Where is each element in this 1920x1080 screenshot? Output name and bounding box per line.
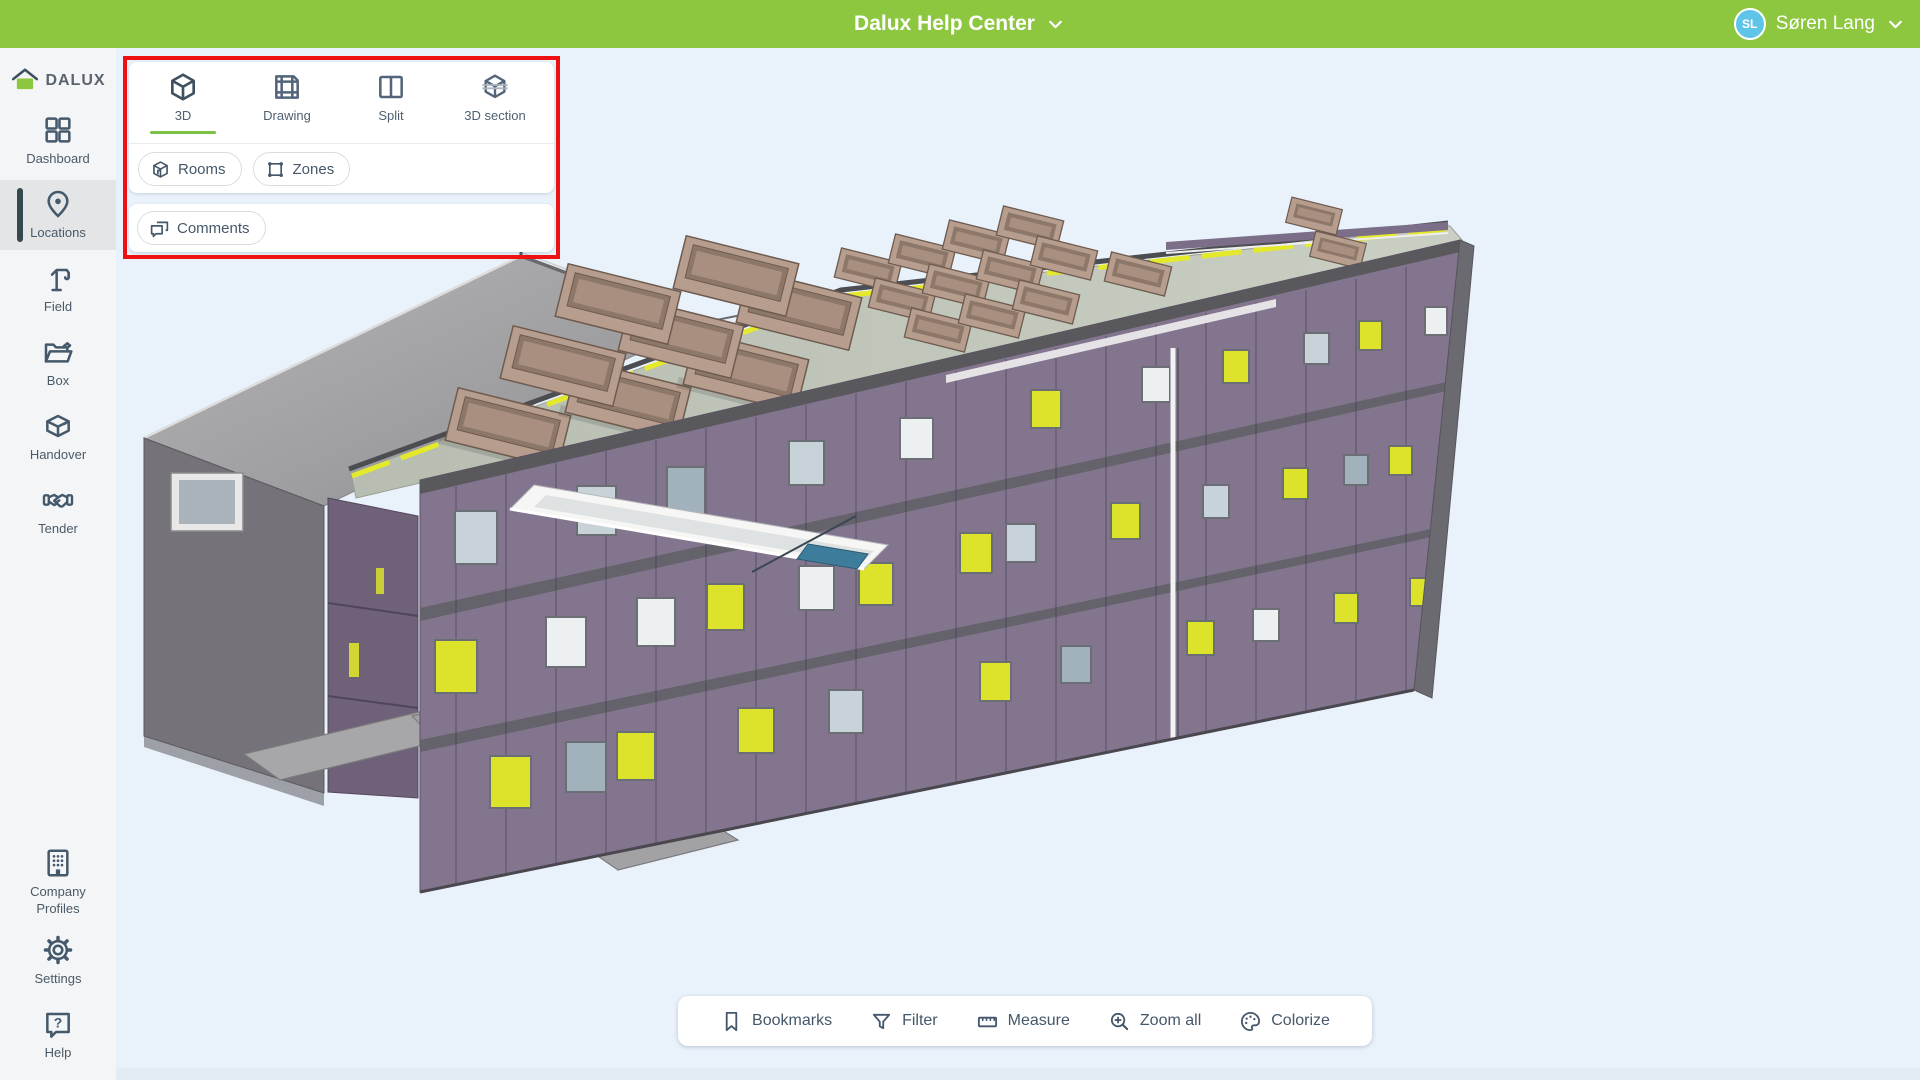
sidebar-item-help[interactable]: ? Help [0,1000,116,1070]
view-mode-card: 3D Drawing Split [129,62,554,193]
chip-label: Rooms [178,161,226,178]
building-icon [42,847,74,879]
active-tab-underline [150,131,216,134]
sidebar-item-label: Locations [12,225,104,241]
tool-label: Measure [1008,1012,1070,1030]
viewer-canvas: 3D Drawing Split [116,48,1920,1080]
zoom-all-button[interactable]: Zoom all [1108,1010,1201,1033]
sidebar-spacer [0,550,116,842]
zones-chip[interactable]: Zones [253,152,351,186]
cube-section-icon [479,71,511,103]
tab-label: Split [378,108,403,123]
chip-label: Comments [177,220,250,237]
drawing-sheet-icon [271,71,303,103]
tab-label: Drawing [263,108,311,123]
ruler-icon [976,1010,999,1033]
model-filter-chips: Rooms Zones [129,144,554,186]
comments-bubbles-icon [149,218,170,239]
sidebar-item-label: Tender [12,521,104,537]
rooms-chip[interactable]: Rooms [138,152,242,186]
sidebar-item-company-profiles[interactable]: Company Profiles [0,842,116,922]
sidebar-item-handover[interactable]: Handover [0,402,116,472]
measure-button[interactable]: Measure [976,1010,1070,1033]
svg-text:?: ? [54,1015,63,1031]
help-bubble-icon: ? [42,1008,74,1040]
view-mode-tabs: 3D Drawing Split [129,62,554,144]
sidebar-item-tender[interactable]: Tender [0,476,116,546]
tool-label: Bookmarks [752,1012,832,1030]
chevron-down-icon [1045,14,1066,35]
dashboard-grid-icon [42,114,74,146]
room-cube-icon [150,159,171,180]
sidebar-item-box[interactable]: Box [0,328,116,398]
folder-icon [42,336,74,368]
filter-icon [870,1010,893,1033]
tool-label: Filter [902,1012,938,1030]
package-icon [42,410,74,442]
zoom-all-icon [1108,1010,1131,1033]
gear-icon [42,934,74,966]
tab-drawing[interactable]: Drawing [239,62,335,143]
user-menu[interactable]: SL Søren Lang [1734,0,1906,48]
cube-icon [167,71,199,103]
filter-button[interactable]: Filter [870,1010,938,1033]
house-logo-icon [10,66,40,96]
ground-haze [116,1068,1920,1080]
logo-text: DALUX [45,72,105,90]
sidebar-item-label: Box [12,373,104,389]
page-title: Dalux Help Center [854,12,1035,36]
comments-chip[interactable]: Comments [137,211,266,245]
sidebar-item-dashboard[interactable]: Dashboard [0,106,116,176]
tab-label: 3D section [464,108,525,123]
sidebar-item-locations[interactable]: Locations [0,180,116,250]
sidebar-item-label: Company Profiles [12,884,104,917]
split-view-icon [375,71,407,103]
tool-label: Colorize [1271,1012,1330,1030]
comments-card: Comments [129,204,554,252]
colorize-button[interactable]: Colorize [1239,1010,1330,1033]
tab-3d-section[interactable]: 3D section [447,62,543,143]
bookmark-icon [720,1010,743,1033]
top-bar: Dalux Help Center SL Søren Lang [0,0,1920,48]
palette-icon [1239,1010,1262,1033]
sidebar-item-field[interactable]: Field [0,254,116,324]
sidebar-item-label: Help [12,1045,104,1061]
tab-split[interactable]: Split [343,62,439,143]
user-name: Søren Lang [1776,13,1875,35]
sidebar: DALUX Dashboard Locations Field [0,48,116,1080]
dalux-logo[interactable]: DALUX [0,48,116,106]
project-selector[interactable]: Dalux Help Center [0,0,1920,48]
sidebar-item-label: Settings [12,971,104,987]
sidebar-item-settings[interactable]: Settings [0,926,116,996]
tab-3d[interactable]: 3D [135,62,231,143]
dalux-app: Dalux Help Center SL Søren Lang DALUX Da… [0,0,1920,1080]
location-pin-icon [42,188,74,220]
tool-label: Zoom all [1140,1012,1201,1030]
avatar: SL [1734,8,1766,40]
handshake-icon [42,484,74,516]
bookmarks-button[interactable]: Bookmarks [720,1010,832,1033]
sidebar-item-label: Field [12,299,104,315]
annotation-highlight-box: 3D Drawing Split [123,56,560,259]
chip-label: Zones [293,161,335,178]
zone-marquee-icon [265,159,286,180]
chevron-down-icon [1885,14,1906,35]
viewer-toolbar: Bookmarks Filter Measure Zoom all Colori… [678,996,1372,1046]
sidebar-item-label: Dashboard [12,151,104,167]
sidebar-footer: Company Profiles Settings ? H [0,842,116,1080]
crane-icon [42,262,74,294]
tab-label: 3D [175,108,192,123]
sidebar-item-label: Handover [12,447,104,463]
